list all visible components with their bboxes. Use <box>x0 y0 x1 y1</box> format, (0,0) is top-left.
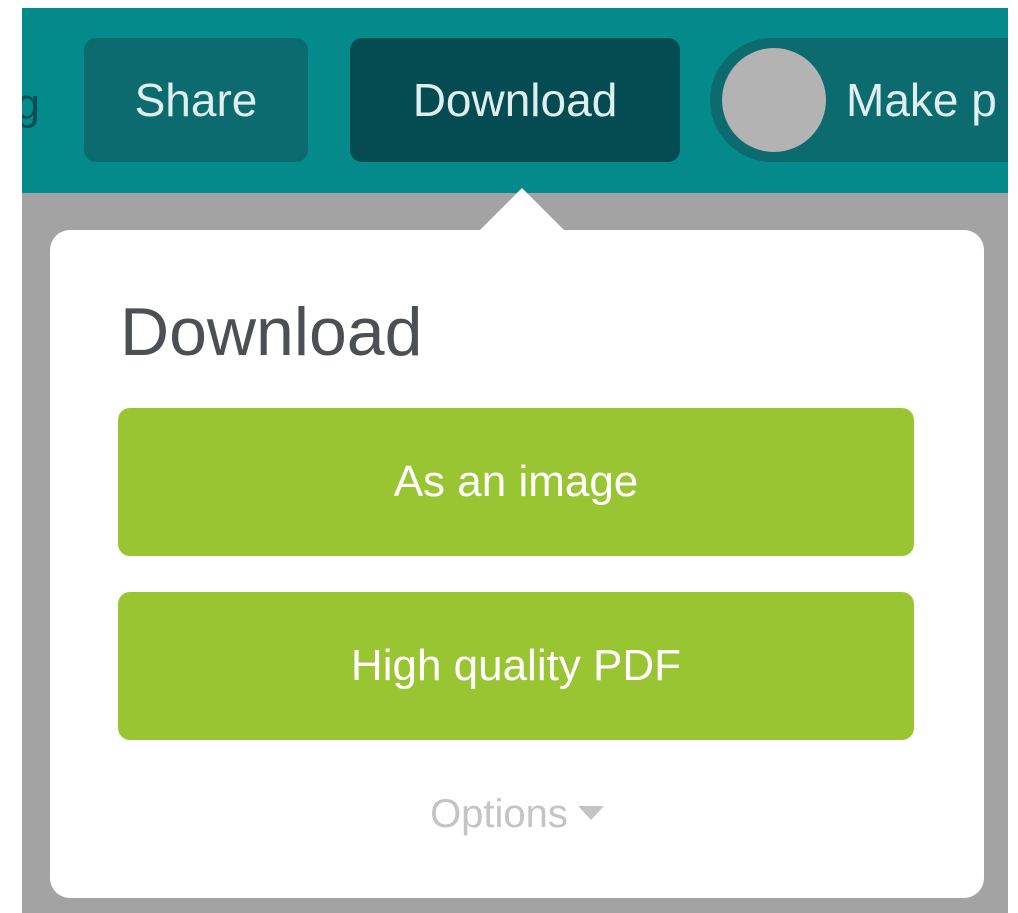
truncated-toolbar-item[interactable]: g <box>22 80 40 130</box>
download-pdf-button[interactable]: High quality PDF <box>118 592 914 740</box>
download-popover: Download As an image High quality PDF Op… <box>50 230 984 898</box>
popover-arrow <box>480 188 564 230</box>
app-window: g Share Download Make p Download As an i… <box>22 8 1008 913</box>
download-as-image-button[interactable]: As an image <box>118 408 914 556</box>
caret-down-icon <box>577 806 604 821</box>
page-margin <box>1008 0 1018 913</box>
top-toolbar: g Share Download Make p <box>22 8 1008 193</box>
options-label: Options <box>430 792 568 836</box>
share-button[interactable]: Share <box>84 38 308 162</box>
options-toggle[interactable]: Options <box>50 784 984 844</box>
toggle-knob[interactable] <box>722 48 826 152</box>
make-public-toggle[interactable]: Make p <box>710 38 1008 162</box>
make-public-label: Make p <box>846 74 997 126</box>
download-button[interactable]: Download <box>350 38 680 162</box>
popover-title: Download <box>120 294 423 370</box>
